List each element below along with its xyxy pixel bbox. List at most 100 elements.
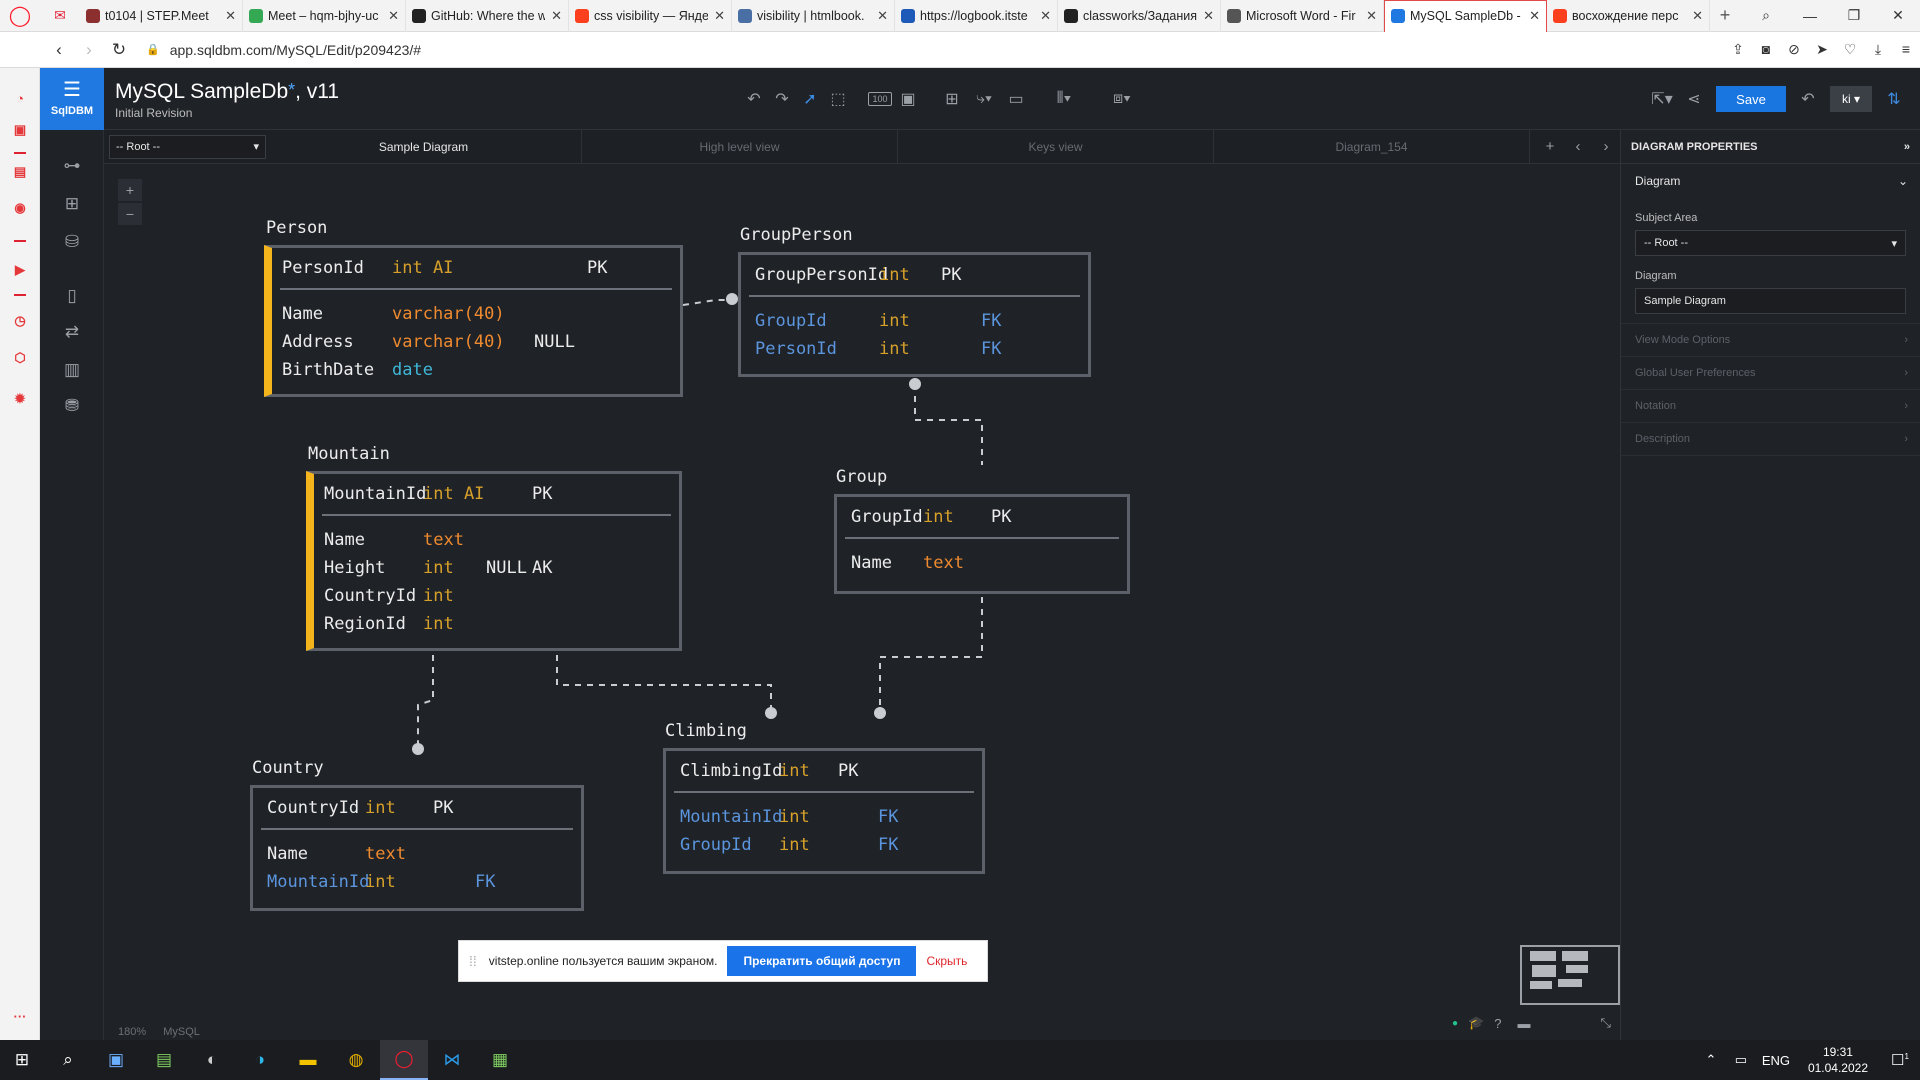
tab-close-icon[interactable]: ✕ [714,8,725,24]
browser-tab[interactable]: css visibility — Янде ✕ [569,0,732,32]
edge-icon[interactable]: ◑ [236,1040,284,1080]
user-menu-button[interactable]: ki ▾ [1830,86,1872,112]
table-row[interactable]: GroupId int FK [666,831,982,859]
properties-collapsed-section[interactable]: Notation › [1621,390,1920,423]
arrange-icon[interactable]: ⧈▾ [1104,86,1140,112]
snapshot-icon[interactable]: ◙ [1752,41,1780,58]
browser-tab[interactable]: Meet – hqm-bjhy-uc ✕ [243,0,406,32]
redo-icon[interactable]: ↷ [768,86,796,112]
reload-icon[interactable]: ↻ [104,40,134,60]
table-row[interactable]: CountryId int [314,582,679,610]
table-row[interactable]: Name text [314,526,679,554]
monitor-app-icon[interactable]: ▣ [92,1040,140,1080]
export-icon[interactable]: ⇱▾ [1644,86,1680,112]
tab-close-icon[interactable]: ✕ [388,8,399,24]
table-row[interactable]: PersonId int AI PK [272,254,680,282]
tab-close-icon[interactable]: ✕ [1692,8,1703,24]
minimap[interactable] [1520,945,1620,1005]
start-icon[interactable]: ⊞ [0,1040,44,1080]
diagram-tab[interactable]: Diagram_154 [1214,129,1530,164]
zoom-in-button[interactable]: + [118,179,142,201]
tab-close-icon[interactable]: ✕ [1203,8,1214,24]
table-climbing[interactable]: Climbing ClimbingId int PK MountainId in… [663,721,985,874]
documentation-icon[interactable]: ▯ [60,284,84,308]
zoom-out-button[interactable]: − [118,203,142,225]
browser-tab[interactable]: t0104 | STEP.Meet ✕ [80,0,243,32]
settings-icon[interactable]: ✹ [10,389,30,409]
properties-collapsed-section[interactable]: Description › [1621,423,1920,456]
heart-icon[interactable]: ♡ [1836,41,1864,58]
share-page-icon[interactable]: ⇪ [1724,41,1752,58]
opera-taskbar-icon[interactable]: ◯ [380,1040,428,1080]
adblock-icon[interactable]: ⊘ [1780,41,1808,58]
table-country[interactable]: Country CountryId int PK Name text Mount… [250,758,584,911]
save-button[interactable]: Save [1716,86,1786,112]
subject-area-dropdown[interactable]: -- Root -- ▾ [1635,230,1906,256]
table-group[interactable]: Group GroupId int PK Name text [834,467,1130,594]
file-explorer-icon[interactable]: ▬ [284,1040,332,1080]
table-row[interactable]: Address varchar(40) NULL [272,328,680,356]
align-icon[interactable]: ⫴▾ [1046,86,1082,112]
import-icon[interactable]: ⛃ [60,394,84,418]
twitch-icon[interactable]: ▤ [10,162,30,182]
table-row[interactable]: ClimbingId int PK [666,757,982,785]
tab-close-icon[interactable]: ✕ [1529,8,1540,24]
tab-close-icon[interactable]: ✕ [1366,8,1377,24]
table-row[interactable]: BirthDate date [272,356,680,384]
close-window-icon[interactable]: ✕ [1876,0,1920,32]
learn-icon[interactable]: 🎓 [1468,1015,1484,1031]
player-icon[interactable]: ▶ [10,260,30,280]
vscode-icon[interactable]: ⋈ [428,1040,476,1080]
add-diagram-icon[interactable]: + [1536,138,1564,155]
tab-close-icon[interactable]: ✕ [225,8,236,24]
table-row[interactable]: MountainId int FK [666,803,982,831]
relationship-icon[interactable]: ⤷▾ [966,86,1002,112]
diagram-tab[interactable]: Sample Diagram [266,129,582,164]
share-icon[interactable]: ⋖ [1680,86,1708,112]
minimap-expand-icon[interactable]: ⤡ [1600,1015,1610,1031]
table-row[interactable]: GroupPersonId int PK [741,261,1088,289]
diagram-icon[interactable]: ⊶ [60,154,84,178]
minimap-toggle-icon[interactable]: ▬ [1517,1016,1530,1031]
download-icon[interactable]: ⤓ [1864,41,1892,58]
table-row[interactable]: GroupId int FK [741,307,1088,335]
browser-tab[interactable]: visibility | htmlbook. ✕ [732,0,895,32]
project-title[interactable]: MySQL SampleDb*, v11 [115,80,339,104]
send-icon[interactable]: ➤ [1808,41,1836,58]
tab-close-icon[interactable]: ✕ [877,8,888,24]
table-mountain[interactable]: Mountain MountainId int AI PK Name text … [306,444,682,651]
notepad-icon[interactable]: ▦ [476,1040,524,1080]
app-menu-button[interactable]: ☰ SqlDBM [40,68,104,130]
image-app-icon[interactable]: ▤ [140,1040,188,1080]
diagram-tab[interactable]: Keys view [898,129,1214,164]
table-groupperson[interactable]: GroupPerson GroupPersonId int PK GroupId… [738,225,1091,377]
stop-sharing-button[interactable]: Прекратить общий доступ [727,946,917,976]
collapse-panel-icon[interactable]: » [1904,141,1910,153]
back-icon[interactable]: ‹ [44,40,74,60]
forward-icon[interactable]: › [74,40,104,60]
diagram-name-input[interactable]: Sample Diagram [1635,288,1906,314]
table-row[interactable]: RegionId int [314,610,679,638]
speed-dial-icon[interactable]: ◔ [10,88,30,108]
marquee-select-icon[interactable]: ⬚ [824,86,852,112]
tab-next-icon[interactable]: › [1592,138,1620,155]
database-icon[interactable]: ⛁ [60,230,84,254]
network-icon[interactable]: ▭ [1726,1052,1756,1068]
script-icon[interactable]: ▥ [60,358,84,382]
tab-prev-icon[interactable]: ‹ [1564,138,1592,155]
properties-collapsed-section[interactable]: Global User Preferences › [1621,357,1920,390]
browser-tab[interactable]: восхождение перс ✕ [1547,0,1710,32]
subject-area-select[interactable]: -- Root -- ▾ [109,134,266,159]
table-row[interactable]: CountryId int PK [253,794,581,822]
more-icon[interactable]: ··· [10,1006,30,1026]
table-row[interactable]: GroupId int PK [837,503,1127,531]
properties-collapsed-section[interactable]: View Mode Options › [1621,324,1920,357]
chrome-icon[interactable]: ◍ [332,1040,380,1080]
clock[interactable]: 19:31 01.04.2022 [1808,1044,1868,1076]
browser-tab[interactable]: GitHub: Where the w ✕ [406,0,569,32]
menu-icon[interactable]: ≡ [1892,41,1920,58]
zoom-100-button[interactable]: 100 [866,86,894,112]
diagram-tab[interactable]: High level view [582,129,898,164]
undo-icon[interactable]: ↶ [740,86,768,112]
add-table-icon[interactable]: ⊞ [938,86,966,112]
